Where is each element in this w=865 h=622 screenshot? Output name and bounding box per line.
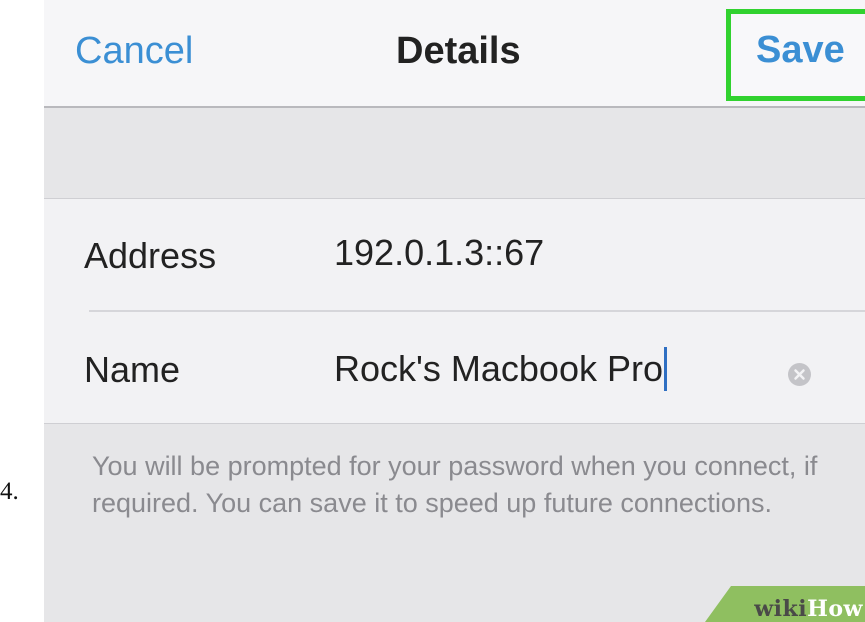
cancel-button[interactable]: Cancel bbox=[75, 30, 193, 73]
wikihow-watermark: wikiHow bbox=[705, 586, 865, 622]
address-label: Address bbox=[84, 235, 217, 276]
password-help-text: You will be prompted for your password w… bbox=[92, 451, 818, 518]
save-button[interactable]: Save bbox=[756, 29, 845, 72]
address-field[interactable]: 192.0.1.3::67 bbox=[334, 232, 544, 274]
step-number: 4. bbox=[0, 478, 19, 505]
details-form: Address 192.0.1.3::67 Name Rock's Macboo… bbox=[44, 198, 865, 424]
name-field-value: Rock's Macbook Pro bbox=[334, 348, 663, 389]
wikihow-logo-text: wikiHow bbox=[754, 596, 863, 622]
name-label: Name bbox=[84, 349, 181, 390]
clear-text-button[interactable] bbox=[788, 363, 811, 386]
nav-divider bbox=[44, 106, 865, 108]
wikihow-logo-wiki: wiki bbox=[754, 596, 808, 622]
wikihow-logo-how: How bbox=[807, 596, 863, 622]
ios-details-screen: Cancel Details Save Address 192.0.1.3::6… bbox=[44, 0, 865, 622]
name-field[interactable]: Rock's Macbook Pro bbox=[334, 344, 667, 394]
row-divider bbox=[89, 310, 865, 312]
text-cursor bbox=[664, 347, 667, 391]
page-title: Details bbox=[396, 30, 521, 72]
navigation-bar: Cancel Details Save bbox=[44, 0, 865, 106]
clear-x-icon bbox=[794, 369, 805, 380]
